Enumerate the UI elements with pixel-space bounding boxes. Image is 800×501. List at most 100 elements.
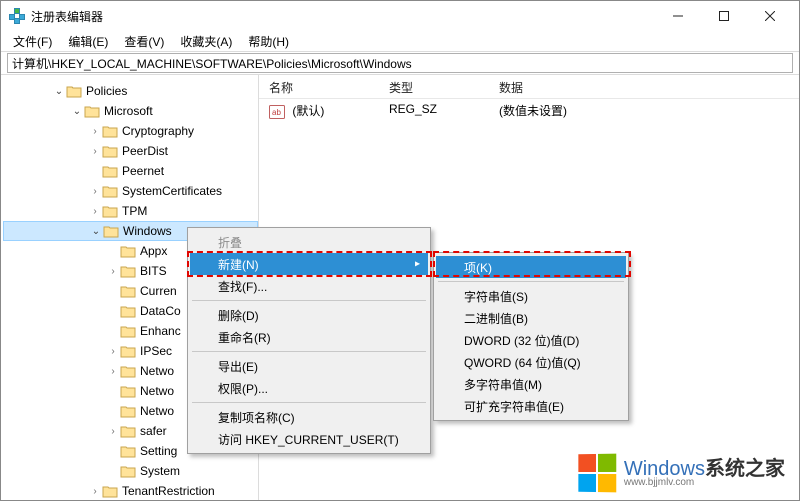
separator [192,402,426,403]
list-row[interactable]: ab (默认) REG_SZ (数值未设置) [259,99,799,122]
ctx-new-expand[interactable]: 可扩充字符串值(E) [436,395,626,417]
tree-label: Peernet [122,164,164,178]
menu-help[interactable]: 帮助(H) [240,31,297,52]
separator [438,281,624,282]
folder-icon [102,144,118,158]
ctx-goto-hkcu[interactable]: 访问 HKEY_CURRENT_USER(T) [190,428,428,450]
folder-icon [103,224,119,238]
tree-item[interactable]: › Cryptography [3,121,258,141]
tree-item[interactable]: › TPM [3,201,258,221]
tree-item[interactable]: ›Peernet [3,161,258,181]
minimize-button[interactable] [655,1,701,31]
watermark: Windows系统之家 www.bjjmlv.com [578,454,785,492]
addressbar: 计算机\HKEY_LOCAL_MACHINE\SOFTWARE\Policies… [1,51,799,75]
folder-icon [120,344,136,358]
folder-icon [120,264,136,278]
ctx-new-qword[interactable]: QWORD (64 位)值(Q) [436,351,626,373]
chevron-right-icon[interactable]: › [107,345,119,357]
app-icon [9,8,25,24]
folder-icon [120,384,136,398]
chevron-right-icon[interactable]: › [89,125,101,137]
chevron-right-icon[interactable]: › [107,425,119,437]
tree-label: Appx [140,244,167,258]
tree-label: SystemCertificates [122,184,222,198]
ctx-collapse[interactable]: 折叠 [190,231,428,253]
tree-label: DataCo [140,304,181,318]
ctx-copy-key-name[interactable]: 复制项名称(C) [190,406,428,428]
folder-icon [84,104,100,118]
ctx-find[interactable]: 查找(F)... [190,275,428,297]
ctx-export[interactable]: 导出(E) [190,355,428,377]
tree-label: Curren [140,284,177,298]
value-type: REG_SZ [379,102,489,119]
chevron-right-icon[interactable]: › [89,205,101,217]
separator [192,300,426,301]
tree-label: Netwo [140,404,174,418]
ctx-new-multi[interactable]: 多字符串值(M) [436,373,626,395]
menu-view[interactable]: 查看(V) [116,31,172,52]
tree-label: System [140,464,180,478]
tree-label: Netwo [140,384,174,398]
folder-icon [102,184,118,198]
menu-favorites[interactable]: 收藏夹(A) [172,31,240,52]
value-name: (默认) [292,104,324,118]
folder-icon [102,204,118,218]
window-title: 注册表编辑器 [31,8,655,25]
menu-edit[interactable]: 编辑(E) [60,31,116,52]
tree-item[interactable]: ›System [3,461,258,481]
separator [192,351,426,352]
chevron-right-icon: ▸ [415,259,420,270]
tree-label: Microsoft [104,104,153,118]
col-name[interactable]: 名称 [259,75,379,98]
tree-item-policies[interactable]: ⌄ Policies [3,81,258,101]
ctx-delete[interactable]: 删除(D) [190,304,428,326]
tree-label: Netwo [140,364,174,378]
folder-icon [120,444,136,458]
ctx-new[interactable]: 新建(N) ▸ [190,253,428,275]
tree-item-tenant[interactable]: › TenantRestriction [3,481,258,500]
col-type[interactable]: 类型 [379,75,489,98]
folder-icon [120,284,136,298]
tree-item[interactable]: › SystemCertificates [3,181,258,201]
tree-label: Enhanc [140,324,181,338]
chevron-right-icon[interactable]: › [107,265,119,277]
string-value-icon: ab [269,105,285,119]
svg-text:ab: ab [272,108,281,117]
maximize-button[interactable] [701,1,747,31]
ctx-permissions[interactable]: 权限(P)... [190,377,428,399]
value-data: (数值未设置) [489,102,577,119]
tree-label: Windows [123,224,172,238]
folder-icon [102,484,118,498]
menu-file[interactable]: 文件(F) [5,31,60,52]
ctx-new-string[interactable]: 字符串值(S) [436,285,626,307]
close-button[interactable] [747,1,793,31]
tree-label: PeerDist [122,144,168,158]
col-data[interactable]: 数据 [489,75,799,98]
folder-icon [120,304,136,318]
tree-label: Cryptography [122,124,194,138]
ctx-new-binary[interactable]: 二进制值(B) [436,307,626,329]
ctx-rename[interactable]: 重命名(R) [190,326,428,348]
tree-item-microsoft[interactable]: ⌄ Microsoft [3,101,258,121]
folder-icon [120,404,136,418]
chevron-down-icon[interactable]: ⌄ [53,85,65,97]
chevron-right-icon[interactable]: › [89,185,101,197]
menubar: 文件(F) 编辑(E) 查看(V) 收藏夹(A) 帮助(H) [1,31,799,51]
tree-label: BITS [140,264,167,278]
tree-label: safer [140,424,167,438]
ctx-new-key[interactable]: 项(K) [436,256,626,278]
chevron-right-icon[interactable]: › [89,145,101,157]
tree-item[interactable]: › PeerDist [3,141,258,161]
chevron-right-icon[interactable]: › [107,365,119,377]
ctx-new-dword[interactable]: DWORD (32 位)值(D) [436,329,626,351]
chevron-down-icon[interactable]: ⌄ [71,105,83,117]
address-input[interactable]: 计算机\HKEY_LOCAL_MACHINE\SOFTWARE\Policies… [7,53,793,73]
folder-icon [66,84,82,98]
list-header: 名称 类型 数据 [259,75,799,99]
chevron-right-icon[interactable]: › [89,485,101,497]
tree-label: IPSec [140,344,172,358]
chevron-down-icon[interactable]: ⌄ [90,225,102,237]
address-text: 计算机\HKEY_LOCAL_MACHINE\SOFTWARE\Policies… [12,55,412,72]
tree-label: Setting [140,444,177,458]
tree-label: TPM [122,204,147,218]
